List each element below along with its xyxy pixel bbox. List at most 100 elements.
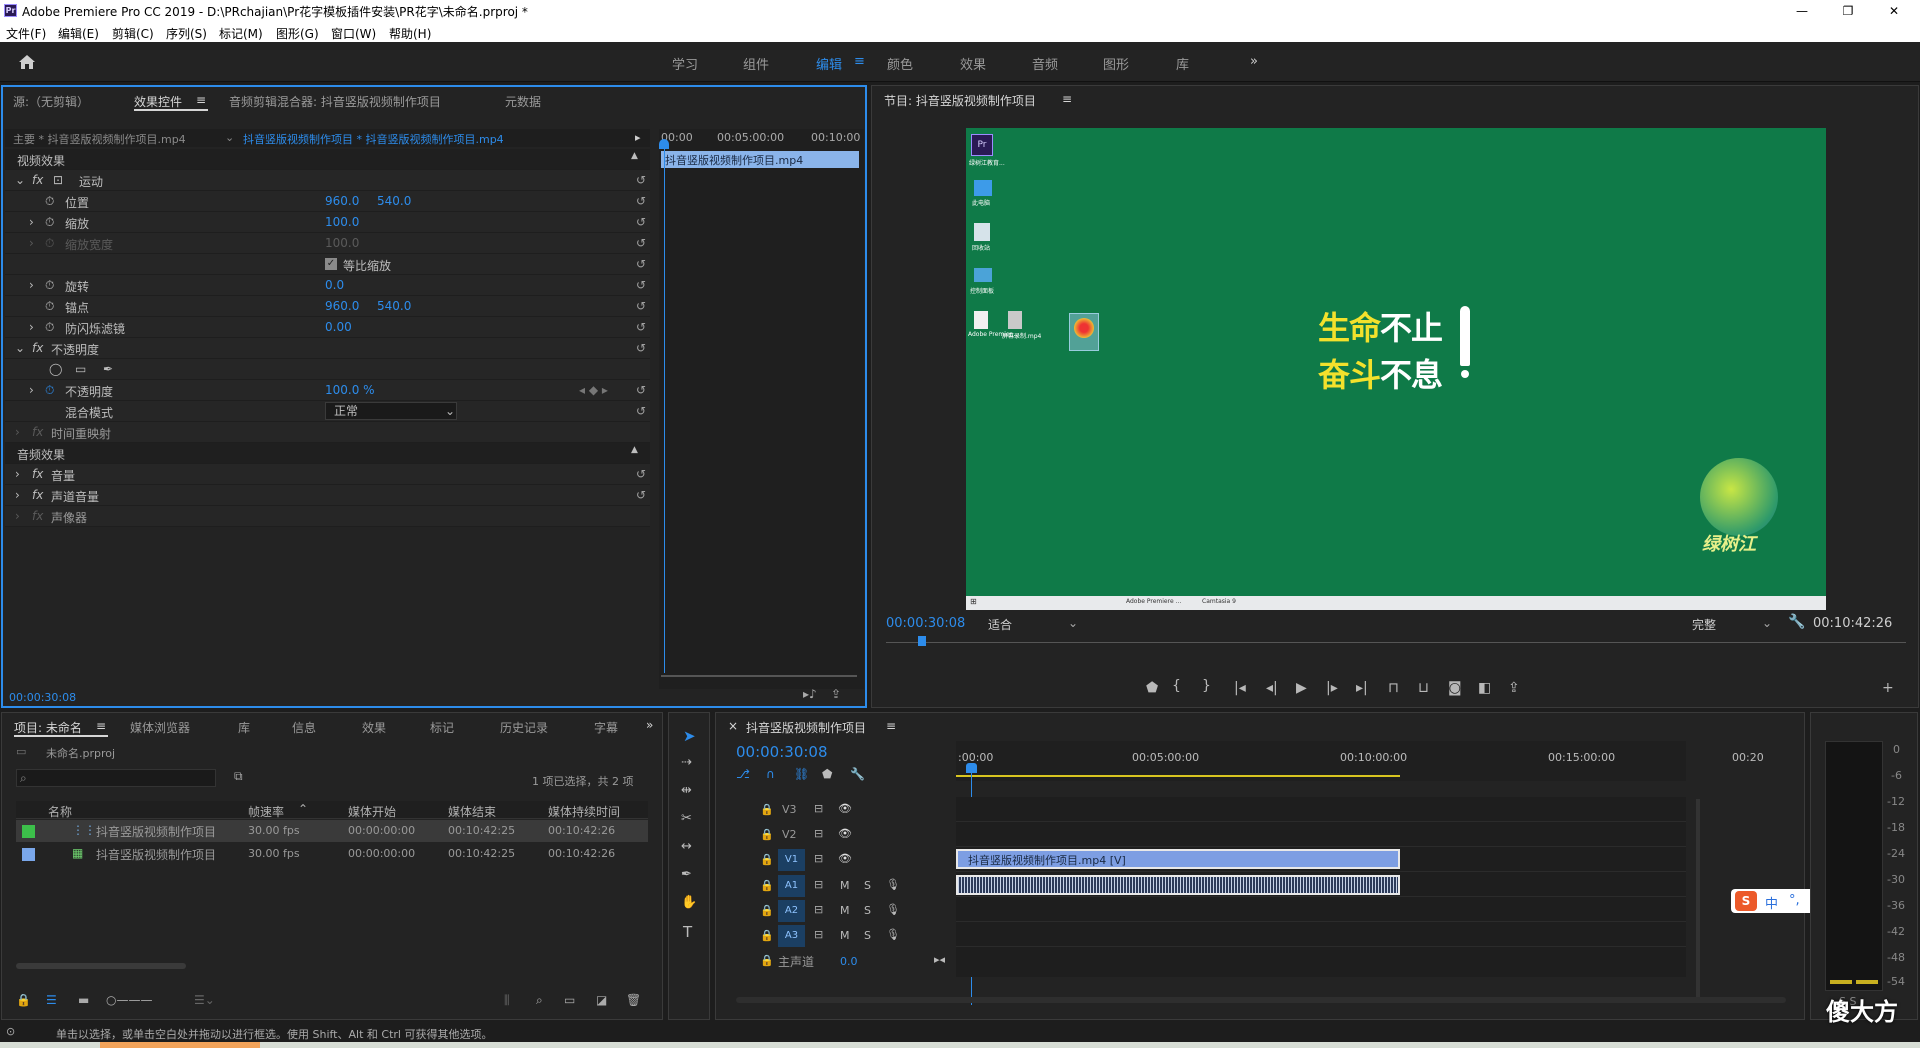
chevron-right-icon[interactable]: › xyxy=(29,278,34,292)
step-forward-icon[interactable]: |▸ xyxy=(1326,680,1338,696)
slip-tool-icon[interactable]: ↔ xyxy=(681,839,692,854)
sync-lock-icon[interactable]: ⊟ xyxy=(814,802,823,815)
sync-lock-icon[interactable]: ⊟ xyxy=(814,827,823,840)
chevron-right-icon[interactable]: › xyxy=(15,467,20,481)
menu-graphics[interactable]: 图形(G) xyxy=(276,25,319,42)
effect-opacity[interactable]: ⌄ fx 不透明度 ↺ xyxy=(5,338,650,359)
filter-icon[interactable]: ▸♪ xyxy=(803,687,817,701)
reset-icon[interactable]: ↺ xyxy=(636,404,646,418)
eye-icon[interactable]: 👁 xyxy=(838,802,852,815)
selection-tool-icon[interactable]: ➤ xyxy=(683,727,696,745)
list-view-icon[interactable]: ☰ xyxy=(46,993,57,1007)
transform-icon[interactable]: ⊡ xyxy=(53,173,63,187)
project-horizontal-scrollbar[interactable] xyxy=(16,963,186,969)
reset-icon[interactable]: ↺ xyxy=(636,215,646,229)
lock-icon[interactable]: 🔒 xyxy=(760,803,774,816)
reset-icon[interactable]: ↺ xyxy=(636,278,646,292)
go-to-in-icon[interactable]: |◂ xyxy=(1234,680,1246,696)
effect-clip-bar[interactable]: 抖音竖版视频制作项目.mp4 xyxy=(661,151,859,168)
ripple-edit-tool-icon[interactable]: ⇹ xyxy=(681,783,692,798)
pen-tool-icon[interactable]: ✒ xyxy=(681,867,692,882)
fx-icon[interactable]: fx xyxy=(32,488,43,502)
menu-file[interactable]: 文件(F) xyxy=(6,25,46,42)
reset-icon[interactable]: ↺ xyxy=(636,467,646,481)
snap-icon[interactable]: ∩ xyxy=(766,767,775,781)
anchor-x-value[interactable]: 960.0 xyxy=(325,299,359,313)
quality-select[interactable]: 完整 xyxy=(1692,616,1716,633)
reset-icon[interactable]: ↺ xyxy=(636,299,646,313)
lock-icon[interactable]: 🔒 xyxy=(760,929,774,942)
menu-marker[interactable]: 标记(M) xyxy=(219,25,263,42)
step-back-icon[interactable]: ◂| xyxy=(1266,680,1278,696)
workspace-learn[interactable]: 学习 xyxy=(672,54,698,73)
play-icon[interactable]: ▶ xyxy=(1296,680,1307,696)
chevron-down-icon[interactable]: ⌄ xyxy=(1068,616,1078,630)
fit-select[interactable]: 适合 xyxy=(988,616,1012,633)
mark-out-icon[interactable]: } xyxy=(1202,678,1211,694)
ime-chinese-mode[interactable]: 中 xyxy=(1765,893,1778,912)
timeline-title[interactable]: 抖音竖版视频制作项目 xyxy=(746,719,866,736)
anchor-y-value[interactable]: 540.0 xyxy=(377,299,411,313)
workspace-color[interactable]: 颜色 xyxy=(887,54,913,73)
chevron-down-icon[interactable]: ⌄ xyxy=(225,131,234,144)
fx-icon[interactable]: fx xyxy=(32,341,43,355)
tab-libraries[interactable]: 库 xyxy=(238,719,250,736)
mute-button[interactable]: M xyxy=(840,929,850,942)
master-volume-value[interactable]: 0.0 xyxy=(840,955,858,968)
antiflicker-value[interactable]: 0.00 xyxy=(325,320,352,334)
timeline-horizontal-scrollbar[interactable] xyxy=(736,997,1786,1003)
reset-icon[interactable]: ↺ xyxy=(636,341,646,355)
track-v2-label[interactable]: V2 xyxy=(782,828,797,841)
reset-icon[interactable]: ↺ xyxy=(636,194,646,208)
effect-panner[interactable]: › fx 声像器 xyxy=(5,506,650,527)
trash-icon[interactable]: 🗑 xyxy=(626,993,641,1007)
tab-effect-controls[interactable]: 效果控件 xyxy=(134,93,182,110)
track-v3-label[interactable]: V3 xyxy=(782,803,797,816)
more-workspaces-icon[interactable]: » xyxy=(1250,54,1258,69)
solo-button[interactable]: S xyxy=(864,879,871,892)
tab-menu-icon[interactable]: ≡ xyxy=(196,93,206,107)
lock-icon[interactable]: 🔒 xyxy=(760,828,774,841)
type-tool-icon[interactable]: T xyxy=(683,923,692,941)
stopwatch-icon[interactable]: ⏱ xyxy=(45,320,54,335)
workspace-effects[interactable]: 效果 xyxy=(960,54,986,73)
maximize-button[interactable]: ❐ xyxy=(1826,0,1870,22)
go-to-end-icon[interactable]: ▸◂ xyxy=(934,953,945,966)
column-name[interactable]: 名称 xyxy=(48,803,72,820)
tab-captions[interactable]: 字幕 xyxy=(594,719,618,736)
track-select-tool-icon[interactable]: ⇢ xyxy=(681,755,692,770)
mark-in-icon[interactable]: { xyxy=(1172,678,1181,694)
stopwatch-icon[interactable]: ⏱ xyxy=(45,194,54,209)
effect-timeline-area[interactable]: 00:00 00:05:00:00 00:10:00 抖音竖版视频制作项目.mp… xyxy=(659,129,864,689)
sequence-clip-label[interactable]: 抖音竖版视频制作项目 * 抖音竖版视频制作项目.mp4 xyxy=(243,131,504,147)
sync-lock-icon[interactable]: ⊟ xyxy=(814,903,823,916)
project-search-input[interactable]: ⌕ xyxy=(16,769,216,787)
menu-window[interactable]: 窗口(W) xyxy=(331,25,376,42)
tab-menu-icon[interactable]: ≡ xyxy=(886,719,896,733)
effect-zoom-scrollbar[interactable] xyxy=(661,675,857,677)
table-row[interactable]: ▦ 抖音竖版视频制作项目 30.00 fps 00:00:00:00 00:10… xyxy=(16,843,648,865)
chevron-down-icon[interactable]: ⌄ xyxy=(15,341,25,355)
linked-selection-icon[interactable]: ⛓ xyxy=(794,767,809,781)
position-x-value[interactable]: 960.0 xyxy=(325,194,359,208)
zoom-slider[interactable]: ○——— xyxy=(106,993,152,1007)
sync-lock-icon[interactable]: ⊟ xyxy=(814,852,823,865)
stopwatch-icon[interactable]: ⏱ xyxy=(45,215,54,230)
opacity-value[interactable]: 100.0 % xyxy=(325,383,375,397)
track-lanes[interactable]: 抖音竖版视频制作项目.mp4 [V] xyxy=(956,797,1686,977)
tab-menu-icon[interactable]: ≡ xyxy=(96,719,106,733)
effect-time-remap[interactable]: › fx 时间重映射 xyxy=(5,422,650,443)
sort-ascending-icon[interactable]: ⌃ xyxy=(298,802,308,816)
reset-icon[interactable]: ↺ xyxy=(636,236,646,250)
stopwatch-icon[interactable]: ⏱ xyxy=(45,383,54,398)
chevron-right-icon[interactable]: › xyxy=(29,320,34,334)
effect-volume[interactable]: › fx 音量 ↺ xyxy=(5,464,650,485)
automate-to-sequence-icon[interactable]: ⫼ xyxy=(504,993,510,1008)
program-title[interactable]: 节目: 抖音竖版视频制作项目 xyxy=(884,92,1036,109)
tab-media-browser[interactable]: 媒体浏览器 xyxy=(130,719,190,736)
label-color-swatch[interactable] xyxy=(22,825,35,838)
mute-button[interactable]: M xyxy=(840,904,850,917)
program-video-frame[interactable]: Pr 绿树江教育... 此电脑 回收站 控制面板 Adobe Premier..… xyxy=(966,128,1826,610)
lock-icon[interactable]: 🔒 xyxy=(760,853,774,866)
reset-icon[interactable]: ↺ xyxy=(636,383,646,397)
